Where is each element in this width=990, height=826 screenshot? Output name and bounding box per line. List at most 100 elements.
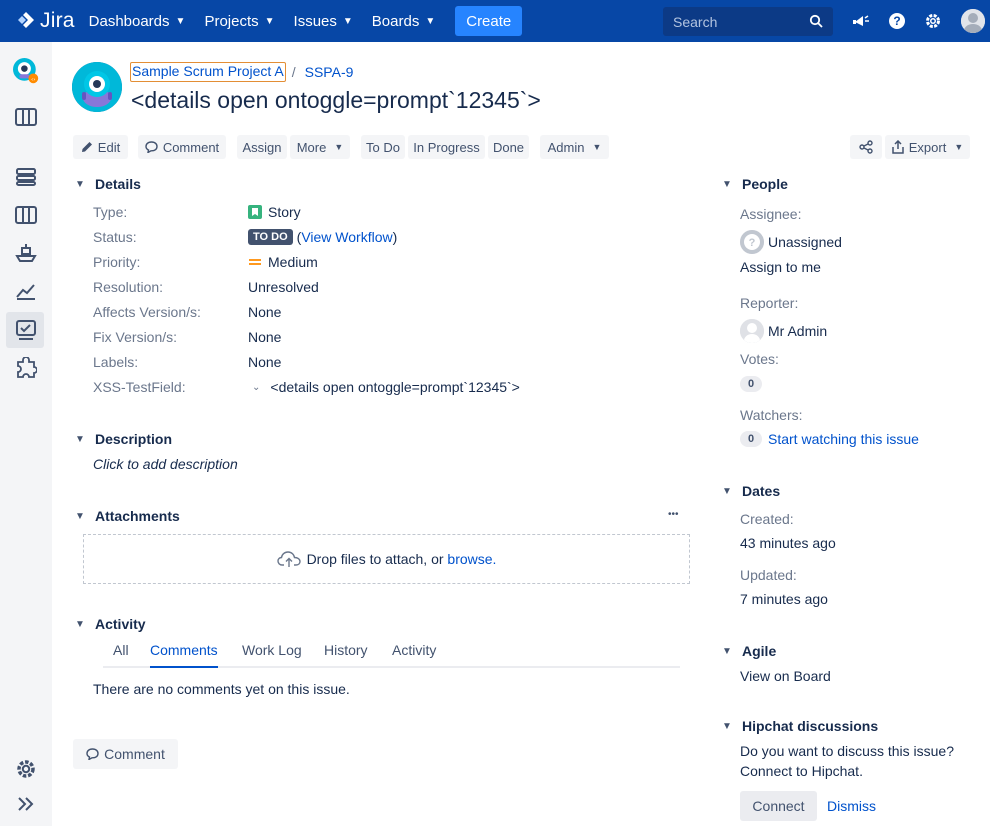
start-watching-link[interactable]: Start watching this issue [768, 431, 919, 447]
comment-toolbar-button[interactable]: Comment [138, 135, 226, 159]
view-workflow-link[interactable]: View Workflow [301, 229, 392, 245]
priority-label: Priority: [93, 254, 141, 270]
labels-value: None [248, 354, 282, 370]
assign-to-me-link[interactable]: Assign to me [740, 259, 821, 275]
activity-heading: Activity [95, 616, 146, 632]
attachment-dropzone[interactable]: Drop files to attach, or browse. [83, 534, 690, 584]
fix-versions-label: Fix Version/s: [93, 329, 178, 345]
type-value: Story [248, 204, 301, 220]
browse-link[interactable]: browse. [447, 551, 496, 567]
activity-section-header[interactable]: ▼ Activity [75, 616, 146, 632]
votes-count-badge[interactable]: 0 [740, 376, 762, 392]
chevron-down-icon: ▼ [175, 15, 186, 27]
project-avatar[interactable] [72, 62, 122, 112]
chevron-down-icon: ▼ [334, 142, 344, 152]
issues-icon[interactable] [13, 317, 39, 343]
comment-button[interactable]: Comment [73, 739, 178, 769]
type-label: Type: [93, 204, 128, 220]
tab-comments[interactable]: Comments [150, 642, 218, 668]
description-section-header[interactable]: ▼ Description [75, 431, 172, 447]
description-heading: Description [95, 431, 173, 447]
assignee-text: Unassigned [768, 234, 842, 250]
connect-button[interactable]: Connect [740, 791, 817, 821]
project-settings-icon[interactable] [13, 756, 39, 782]
reporter-value: Mr Admin [740, 319, 827, 343]
create-button[interactable]: Create [455, 6, 523, 36]
more-button[interactable]: More ▼ [290, 135, 350, 159]
resolution-label: Resolution: [93, 279, 164, 295]
tab-history[interactable]: History [324, 642, 368, 668]
view-on-board-link[interactable]: View on Board [740, 668, 831, 684]
dates-section-header[interactable]: ▼ Dates [722, 483, 780, 499]
done-button[interactable]: Done [488, 135, 529, 159]
breadcrumb-project-link[interactable]: Sample Scrum Project A [130, 62, 286, 82]
breadcrumb-issue-key[interactable]: SSPA-9 [305, 64, 354, 80]
jira-logo[interactable]: Jira [16, 9, 75, 33]
export-button[interactable]: Export ▼ [885, 135, 970, 159]
priority-medium-icon [249, 259, 261, 265]
edit-button[interactable]: Edit [73, 135, 128, 159]
description-placeholder[interactable]: Click to add description [93, 456, 238, 472]
board-icon[interactable] [13, 104, 39, 130]
assign-button[interactable]: Assign [237, 135, 287, 159]
jira-logo-icon [16, 11, 36, 31]
tab-work-log[interactable]: Work Log [242, 642, 302, 668]
affects-versions-label: Affects Version/s: [93, 304, 201, 320]
active-sprints-icon[interactable] [13, 202, 39, 228]
export-icon [892, 140, 904, 154]
search-input[interactable]: Search [663, 7, 833, 36]
votes-label: Votes: [740, 351, 779, 367]
in-progress-button[interactable]: In Progress [408, 135, 485, 159]
chevron-down-icon: ▼ [722, 485, 732, 497]
pencil-icon [81, 142, 92, 152]
nav-issues[interactable]: Issues ▼ [294, 13, 353, 30]
agile-section-header[interactable]: ▼ Agile [722, 643, 776, 659]
agile-heading: Agile [742, 643, 777, 659]
affects-versions-value: None [248, 304, 282, 320]
chevron-down-icon: ▼ [75, 618, 85, 630]
tab-all[interactable]: All [113, 642, 129, 668]
attachments-more-icon[interactable]: ••• [668, 509, 679, 520]
updated-value: 7 minutes ago [740, 591, 828, 607]
comment-icon [145, 141, 158, 153]
share-button[interactable] [850, 135, 882, 159]
watchers-count-badge[interactable]: 0 [740, 431, 762, 447]
priority-text: Medium [268, 254, 318, 270]
add-ons-icon[interactable] [13, 355, 39, 381]
hipchat-section-header[interactable]: ▼ Hipchat discussions [722, 718, 878, 734]
nav-projects-label: Projects [204, 12, 259, 30]
chevron-down-icon: ▼ [75, 433, 85, 445]
comment-button-label: Comment [104, 746, 165, 762]
backlog-icon[interactable] [13, 164, 39, 190]
attachments-section-header[interactable]: ▼ Attachments [75, 508, 180, 524]
expand-sidebar-icon[interactable] [13, 791, 39, 817]
reports-icon[interactable] [13, 278, 39, 304]
settings-icon[interactable] [923, 11, 943, 31]
xss-testfield-value[interactable]: ⌄ <details open ontoggle=prompt`12345`> [248, 379, 520, 395]
unassigned-avatar: ? [740, 230, 764, 254]
xss-testfield-text: <details open ontoggle=prompt`12345`> [270, 379, 520, 395]
notifications-icon[interactable] [851, 11, 871, 31]
activity-tabs: All Comments Work Log History Activity [103, 642, 680, 668]
details-section-header[interactable]: ▼ Details [75, 176, 141, 192]
nav-boards[interactable]: Boards ▼ [372, 13, 435, 30]
tab-activity[interactable]: Activity [392, 642, 436, 668]
dismiss-link[interactable]: Dismiss [827, 798, 876, 814]
created-value: 43 minutes ago [740, 535, 836, 551]
hipchat-message-line2: Connect to Hipchat. [740, 763, 863, 779]
releases-icon[interactable] [13, 240, 39, 266]
status-lozenge: TO DO [248, 229, 293, 245]
nav-projects[interactable]: Projects ▼ [204, 13, 274, 30]
user-avatar[interactable] [961, 9, 985, 33]
admin-button[interactable]: Admin ▼ [540, 135, 609, 159]
chevron-down-icon: ▼ [722, 645, 732, 657]
people-section-header[interactable]: ▼ People [722, 176, 788, 192]
help-icon[interactable]: ? [887, 11, 907, 31]
chevron-down-icon: ▼ [425, 15, 436, 27]
to-do-button[interactable]: To Do [361, 135, 405, 159]
nav-dashboards[interactable]: Dashboards ▼ [89, 13, 186, 30]
nav-dashboards-label: Dashboards [88, 12, 170, 30]
issue-title[interactable]: <details open ontoggle=prompt`12345`> [131, 87, 541, 114]
project-avatar-small[interactable]: ‹› [13, 58, 39, 84]
people-heading: People [742, 176, 788, 192]
